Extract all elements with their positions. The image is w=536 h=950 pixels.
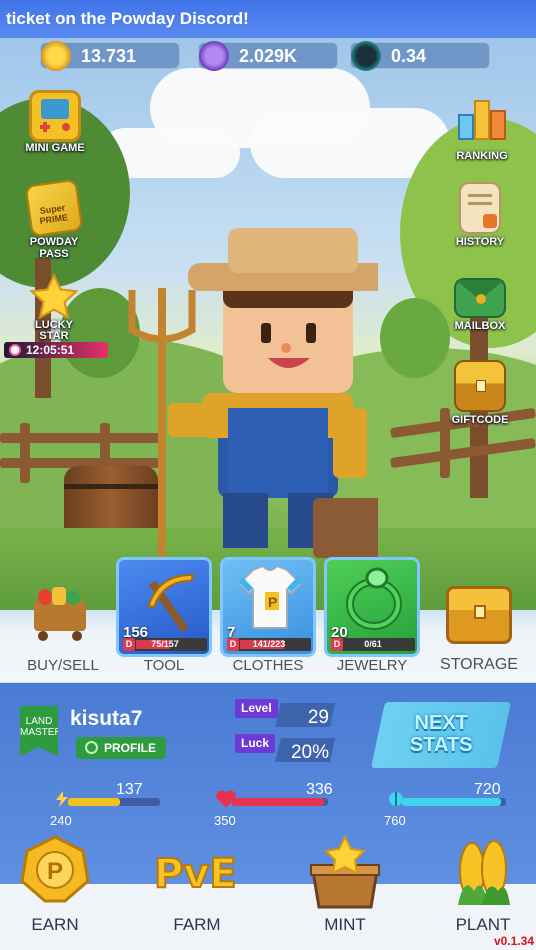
tool-card[interactable]: 156 D 75/157 [116,557,212,657]
giftcode-button[interactable]: GIFTCODE [440,360,520,426]
lucky-star-timer: 12:05:51 [4,342,108,358]
gameboy-icon [29,90,81,142]
nav-farm-label: FARM [173,915,221,934]
lucky-star-button[interactable]: LUCKY STAR [14,272,94,342]
clothes-label: CLOTHES [232,657,304,674]
mailbox-button[interactable]: MAILBOX [440,270,520,332]
ranking-button[interactable]: RANKING [442,96,522,162]
clothes-durability: D 141/223 [227,638,311,651]
energy-token-icon [199,41,229,71]
crypto-token-icon [351,41,381,71]
crypto-token-balance[interactable]: 0.34 [350,41,490,71]
ring-icon [346,567,402,630]
profile-button[interactable]: PROFILE [76,737,166,759]
treasure-chest-icon [454,360,506,412]
announcement-banner: ticket on the Powday Discord! [0,0,536,38]
buy-sell-button[interactable]: BUY/SELL [18,575,108,675]
history-button[interactable]: HISTORY [440,182,520,248]
pve-icon: PvE [152,835,242,905]
tool-label: TOOL [143,657,185,674]
storage-chest-icon [446,586,512,644]
shirt-icon: P [237,564,303,629]
nav-mint-label: MINT [324,915,366,934]
star-icon [28,272,80,324]
energy-token-balance[interactable]: 2.029K [198,41,338,71]
powday-pass-button[interactable]: Super PRIME POWDAY PASS [14,178,94,260]
luck-stat: 20% Luck [235,734,337,762]
shopping-cart-icon [28,587,90,641]
jewelry-card[interactable]: 20 D 0/61 [324,557,420,657]
buy-sell-label: BUY/SELL [27,657,99,674]
nav-farm[interactable]: PvE [142,835,252,905]
version-label: v0.1.34 [493,934,534,948]
currency-bar: 13.731 2.029K 0.34 [0,38,536,72]
prime-pass-icon: Super PRIME [24,178,84,238]
svg-text:P: P [268,594,277,610]
star-crate-icon [305,834,385,909]
svg-text:PvE: PvE [154,851,237,897]
gold-coin-balance[interactable]: 13.731 [40,41,180,71]
scroll-icon [459,182,501,234]
storage-label: STORAGE [440,656,518,673]
nav-plant-label: PLANT [455,915,511,934]
nav-mint[interactable] [290,834,400,909]
nav-earn[interactable]: P [0,835,110,905]
coin-icon [41,41,71,71]
jewelry-durability: D 0/61 [331,638,415,651]
svg-text:P: P [47,858,63,885]
clothes-card[interactable]: P 7 D 141/223 [220,557,316,657]
next-stats-button[interactable]: NEXT STATS [370,702,512,768]
clock-icon [9,344,21,356]
user-icon [85,741,98,754]
level-label: Level [235,699,278,718]
tool-durability: D 75/157 [123,638,207,651]
envelope-icon [454,278,506,318]
corn-icon [448,835,518,905]
farmer-character [128,228,378,558]
land-master-badge: LAND MASTER [20,706,58,756]
luck-label: Luck [235,734,276,753]
nav-plant[interactable] [428,835,536,905]
p-coin-icon: P [20,835,90,905]
storage-button[interactable]: STORAGE [434,580,524,680]
ranking-blocks-icon [456,96,508,148]
mini-game-button[interactable]: MINI GAME [15,90,95,154]
nav-earn-label: EARN [31,915,79,934]
jewelry-label: JEWELRY [336,657,408,674]
level-stat: 29 Level [235,699,337,727]
username: kisuta7 [70,707,143,730]
